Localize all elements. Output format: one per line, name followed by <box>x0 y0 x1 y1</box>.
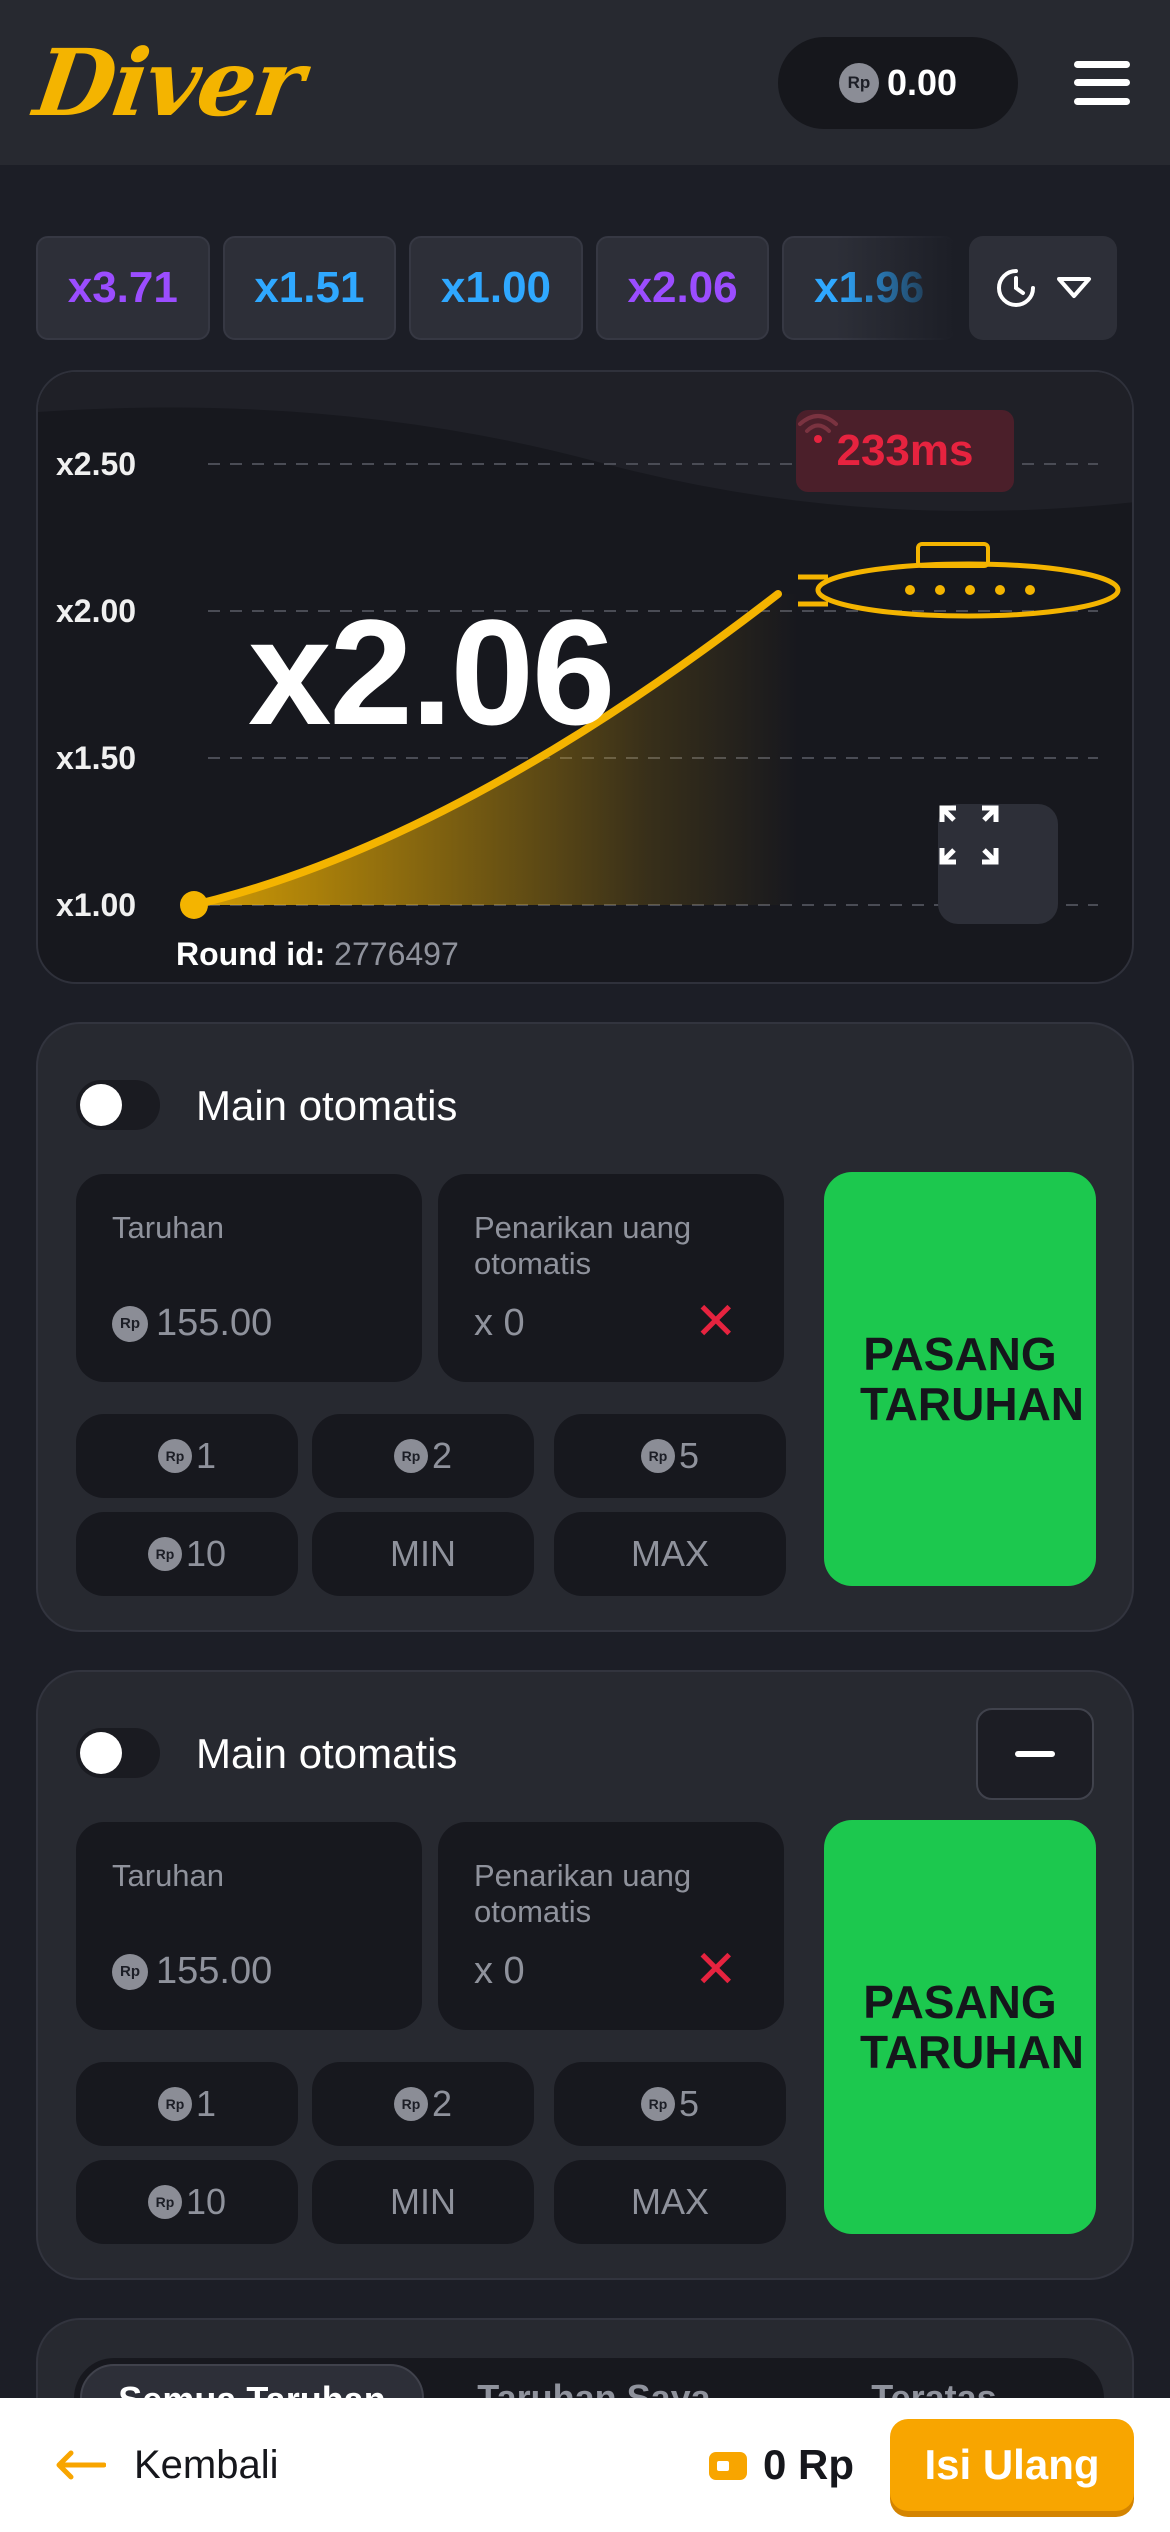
max-button[interactable]: MAX <box>554 2160 786 2244</box>
place-bet-label: PASANG TARUHAN <box>860 1976 1085 2078</box>
quick-amount-button[interactable]: Rp 5 <box>554 1414 786 1498</box>
hamburger-menu-icon[interactable] <box>1074 60 1130 105</box>
history-chip: x1.51 <box>222 236 397 340</box>
auto-cashout-label: Penarikan uang otomatis <box>474 1210 692 1281</box>
place-bet-button[interactable]: PASANG TARUHAN <box>824 1172 1096 1586</box>
auto-cashout-value: x 0 <box>474 1302 525 1344</box>
bottom-bar: Kembali 0 Rp Isi Ulang <box>0 2398 1170 2532</box>
auto-play-label: Main otomatis <box>196 1082 458 1129</box>
quick-amount-button[interactable]: Rp 2 <box>312 1414 534 1498</box>
fullscreen-button[interactable] <box>938 804 1058 924</box>
quick-amount-button[interactable]: Rp 5 <box>554 2062 786 2146</box>
bet-amount-label: Taruhan <box>112 1858 225 1893</box>
y-axis-tick: x1.50 <box>56 740 137 776</box>
history-chip: x3.71 <box>36 236 210 340</box>
current-multiplier: x2.06 <box>248 588 615 756</box>
auto-play-label: Main otomatis <box>196 1730 458 1777</box>
round-id-value: 2776497 <box>334 936 459 972</box>
auto-cashout-field[interactable]: Penarikan uang otomatis x 0 ✕ <box>438 1822 784 2030</box>
remove-panel-button[interactable] <box>976 1708 1094 1800</box>
bet-amount-field[interactable]: Taruhan Rp 155.00 <box>76 1822 422 2030</box>
round-id: Round id: 2776497 <box>176 936 459 973</box>
ping-value: 233ms <box>836 426 974 475</box>
place-bet-label: PASANG TARUHAN <box>860 1328 1085 1430</box>
bet-panel-1: Main otomatis Taruhan Rp 155.00 Penarika… <box>36 1022 1134 1632</box>
quick-amount-button[interactable]: Rp 2 <box>312 2062 534 2146</box>
game-canvas: x2.50 x2.00 x1.50 x1.00 x2.06 233ms Roun… <box>36 370 1134 984</box>
currency-badge: Rp <box>112 1305 148 1342</box>
balance-display[interactable]: Rp 0.00 <box>778 36 1018 129</box>
auto-play-toggle[interactable] <box>76 1080 160 1130</box>
min-button[interactable]: MIN <box>312 1512 534 1596</box>
quick-amount-button[interactable]: Rp 1 <box>76 1414 298 1498</box>
round-id-label: Round id: <box>176 936 326 972</box>
y-axis-tick: x2.00 <box>56 593 137 629</box>
history-toggle-button[interactable] <box>969 236 1117 340</box>
wallet-icon <box>708 2452 747 2480</box>
history-chip: x2.06 <box>595 236 770 340</box>
currency-badge: Rp <box>112 1953 148 1990</box>
ping-indicator: 233ms <box>796 410 1014 492</box>
auto-play-toggle[interactable] <box>76 1728 160 1778</box>
y-axis-tick: x1.00 <box>56 887 137 923</box>
clear-icon[interactable]: ✕ <box>694 1944 738 1996</box>
back-label: Kembali <box>134 2442 279 2487</box>
auto-cashout-value: x 0 <box>474 1950 525 1992</box>
submarine-icon <box>798 542 1121 619</box>
arrow-left-icon <box>56 2450 106 2480</box>
wallet-amount: 0 Rp <box>762 2441 854 2488</box>
minus-icon <box>1015 1751 1055 1757</box>
chevron-down-icon <box>1056 277 1091 298</box>
auto-cashout-field[interactable]: Penarikan uang otomatis x 0 ✕ <box>438 1174 784 1382</box>
balance-value: 0.00 <box>886 61 958 103</box>
fullscreen-icon <box>939 805 999 865</box>
min-button[interactable]: MIN <box>312 2160 534 2244</box>
bet-amount-value: 155.00 <box>156 1302 273 1344</box>
refill-button[interactable]: Isi Ulang <box>890 2419 1134 2511</box>
clear-icon[interactable]: ✕ <box>694 1296 738 1348</box>
place-bet-button[interactable]: PASANG TARUHAN <box>824 1820 1096 2234</box>
quick-amount-button[interactable]: Rp 1 <box>76 2062 298 2146</box>
max-button[interactable]: MAX <box>554 1512 786 1596</box>
history-chip: x1.96 <box>782 236 956 340</box>
wifi-icon <box>798 414 838 443</box>
bet-amount-value: 155.00 <box>156 1950 273 1992</box>
graph-start-point <box>180 891 208 919</box>
diver-logo: Diver <box>28 28 309 137</box>
bet-panel-2: Main otomatis Taruhan Rp 155.00 Penarika… <box>36 1670 1134 2280</box>
history-chip: x1.00 <box>409 236 583 340</box>
top-header: Diver Rp 0.00 <box>0 0 1170 165</box>
back-button[interactable]: Kembali <box>54 2443 279 2488</box>
y-axis-tick: x2.50 <box>56 446 137 482</box>
quick-amount-button[interactable]: Rp 10 <box>76 1512 298 1596</box>
clock-icon <box>996 269 1035 307</box>
auto-cashout-label: Penarikan uang otomatis <box>474 1858 692 1929</box>
quick-amount-button[interactable]: Rp 10 <box>76 2160 298 2244</box>
multiplier-history: x3.71 x1.51 x1.00 x2.06 x1.96 <box>36 236 1134 340</box>
wallet-balance: 0 Rp <box>707 2441 854 2489</box>
bet-amount-field[interactable]: Taruhan Rp 155.00 <box>76 1174 422 1382</box>
currency-badge: Rp <box>838 62 879 103</box>
bet-amount-label: Taruhan <box>112 1210 225 1245</box>
